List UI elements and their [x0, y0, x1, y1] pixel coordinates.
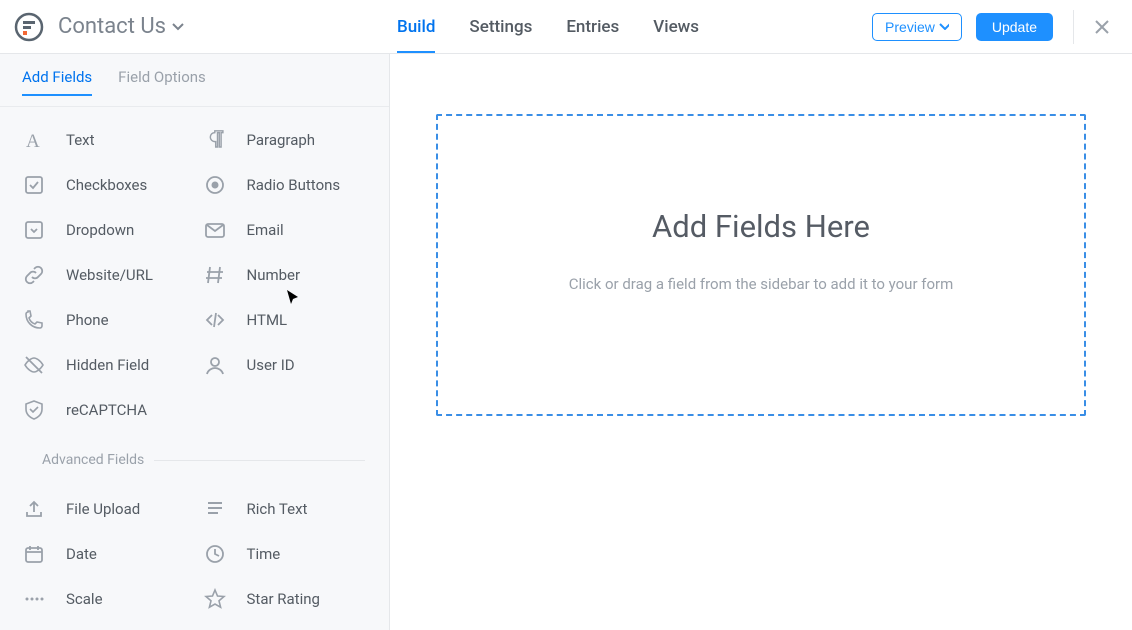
- divider: [154, 460, 365, 461]
- field-rich-text[interactable]: Rich Text: [195, 486, 376, 531]
- field-label: Phone: [66, 311, 109, 329]
- field-recaptcha[interactable]: reCAPTCHA: [14, 387, 195, 432]
- checkbox-icon: [22, 173, 46, 197]
- field-label: Email: [247, 221, 284, 239]
- field-label: Hidden Field: [66, 356, 149, 374]
- update-label: Update: [992, 19, 1037, 35]
- upload-icon: [22, 497, 46, 521]
- field-number[interactable]: Number: [195, 252, 376, 297]
- radio-icon: [203, 173, 227, 197]
- field-label: Paragraph: [247, 131, 316, 149]
- field-label: Rich Text: [247, 500, 308, 518]
- chevron-down-icon: [939, 23, 949, 30]
- field-label: File Upload: [66, 500, 140, 518]
- field-website-url[interactable]: Website/URL: [14, 252, 195, 297]
- field-label: reCAPTCHA: [66, 401, 147, 419]
- app-logo[interactable]: [14, 12, 44, 42]
- sidebar: Add Fields Field Options Text Paragraph Che…: [0, 54, 390, 630]
- html-icon: [203, 308, 227, 332]
- top-actions: Preview Update: [872, 10, 1114, 44]
- chevron-down-icon: [172, 23, 184, 31]
- shield-icon: [22, 398, 46, 422]
- field-label: Radio Buttons: [247, 176, 341, 194]
- field-file-upload[interactable]: File Upload: [14, 486, 195, 531]
- hidden-icon: [22, 353, 46, 377]
- field-label: Website/URL: [66, 266, 153, 284]
- link-icon: [22, 263, 46, 287]
- dropzone-title: Add Fields Here: [652, 208, 870, 245]
- text-a-icon: [22, 128, 46, 152]
- form-canvas: Add Fields Here Click or drag a field fr…: [390, 54, 1132, 630]
- field-checkboxes[interactable]: Checkboxes: [14, 162, 195, 207]
- field-time[interactable]: Time: [195, 531, 376, 576]
- nav-views[interactable]: Views: [653, 1, 699, 53]
- star-icon: [203, 587, 227, 611]
- main-nav: Build Settings Entries Views: [357, 1, 699, 53]
- user-icon: [203, 353, 227, 377]
- field-label: Date: [66, 545, 97, 563]
- field-dropdown[interactable]: Dropdown: [14, 207, 195, 252]
- field-label: HTML: [247, 311, 288, 329]
- form-title-dropdown[interactable]: Contact Us: [58, 14, 184, 39]
- divider: [1073, 10, 1074, 44]
- time-icon: [203, 542, 227, 566]
- field-label: Star Rating: [247, 590, 320, 608]
- field-hidden-field[interactable]: Hidden Field: [14, 342, 195, 387]
- field-html[interactable]: HTML: [195, 297, 376, 342]
- email-icon: [203, 218, 227, 242]
- paragraph-icon: [203, 128, 227, 152]
- field-label: Dropdown: [66, 221, 134, 239]
- phone-icon: [22, 308, 46, 332]
- field-label: Checkboxes: [66, 176, 147, 194]
- sidebar-tab-field-options[interactable]: Field Options: [118, 68, 206, 96]
- date-icon: [22, 542, 46, 566]
- update-button[interactable]: Update: [976, 13, 1053, 41]
- field-email[interactable]: Email: [195, 207, 376, 252]
- field-label: User ID: [247, 356, 295, 374]
- field-date[interactable]: Date: [14, 531, 195, 576]
- nav-settings[interactable]: Settings: [469, 1, 532, 53]
- field-label: Text: [66, 131, 95, 149]
- field-label: Scale: [66, 590, 103, 608]
- field-text[interactable]: Text: [14, 117, 195, 162]
- hash-icon: [203, 263, 227, 287]
- nav-build[interactable]: Build: [397, 1, 435, 53]
- form-title-text: Contact Us: [58, 14, 166, 39]
- field-star-rating[interactable]: Star Rating: [195, 576, 376, 621]
- field-paragraph[interactable]: Paragraph: [195, 117, 376, 162]
- close-icon: [1094, 19, 1110, 35]
- advanced-fields-grid: File Upload Rich Text Date Time Scale Star Ra…: [0, 476, 389, 625]
- field-user-id[interactable]: User ID: [195, 342, 376, 387]
- field-scale[interactable]: Scale: [14, 576, 195, 621]
- sidebar-tabs: Add Fields Field Options: [0, 54, 389, 107]
- field-radio-buttons[interactable]: Radio Buttons: [195, 162, 376, 207]
- preview-button[interactable]: Preview: [872, 13, 962, 41]
- field-phone[interactable]: Phone: [14, 297, 195, 342]
- field-label: Number: [247, 266, 301, 284]
- sidebar-tab-add-fields[interactable]: Add Fields: [22, 68, 92, 96]
- preview-label: Preview: [885, 19, 935, 35]
- scale-icon: [22, 587, 46, 611]
- top-bar: Contact Us Build Settings Entries Views Pre…: [0, 0, 1132, 54]
- field-label: Time: [247, 545, 281, 563]
- dropzone-subtitle: Click or drag a field from the sidebar t…: [569, 275, 954, 293]
- richtext-icon: [203, 497, 227, 521]
- dropdown-icon: [22, 218, 46, 242]
- nav-entries[interactable]: Entries: [566, 1, 619, 53]
- close-button[interactable]: [1090, 15, 1114, 39]
- basic-fields-grid: Text Paragraph Checkboxes Radio Buttons Drop…: [0, 107, 389, 436]
- advanced-fields-header: Advanced Fields: [0, 436, 389, 476]
- field-dropzone[interactable]: Add Fields Here Click or drag a field fr…: [436, 114, 1086, 416]
- advanced-fields-header-label: Advanced Fields: [42, 452, 144, 468]
